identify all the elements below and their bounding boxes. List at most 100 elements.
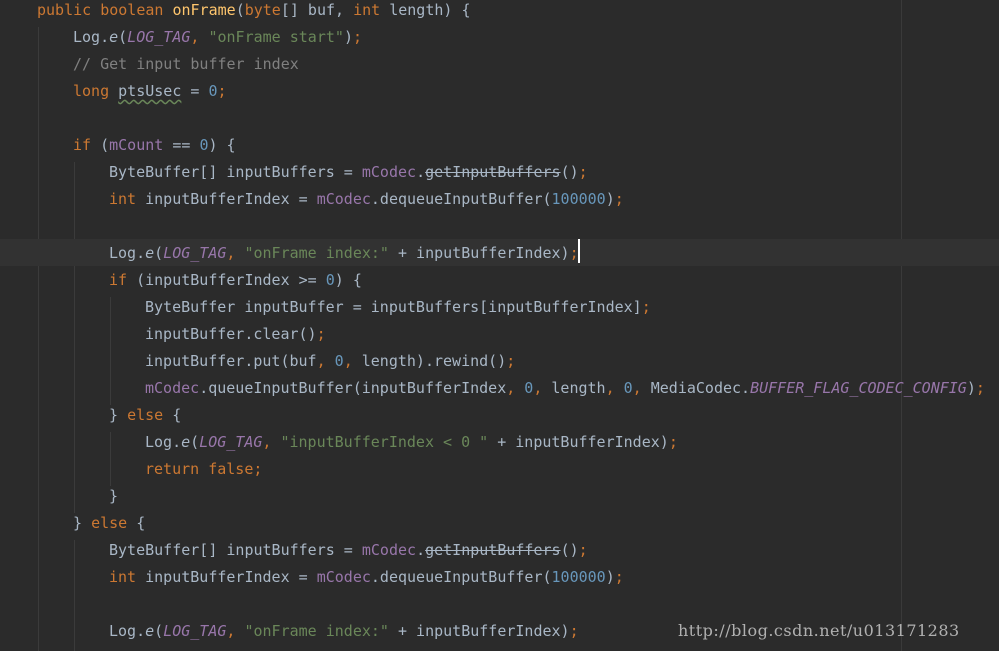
semicolon: ; [614,568,624,586]
code-text: .dequeueInputBuffer( [370,568,552,586]
comma: , [226,244,245,262]
code-text: MediaCodec. [650,379,751,397]
semicolon: ; [668,433,678,451]
indent-guide [74,540,75,651]
deprecated-method: getInputBuffers [425,541,561,559]
semicolon: ; [569,622,579,640]
static-method: e [109,28,119,46]
string-literal: "onFrame start" [208,28,344,46]
code-text: () [560,163,579,181]
indent-guide [38,27,39,651]
text-caret [578,239,580,263]
semicolon: ; [506,352,516,370]
code-text: ByteBuffer[] inputBuffers = [109,541,362,559]
keyword: long [73,82,110,100]
code-text: } [109,406,128,424]
code-editor[interactable]: public boolean onFrame(byte[] buf, int l… [0,0,999,651]
code-line[interactable]: Log.e(LOG_TAG, "onFrame start"); [73,24,362,51]
code-line[interactable]: return false; [145,456,262,483]
code-line[interactable]: long ptsUsec = 0; [73,78,227,105]
code-text: .dequeueInputBuffer( [370,190,552,208]
code-text: length [551,379,606,397]
field: mCodec [316,568,371,586]
indent-guide [110,432,111,486]
code-text: } [73,514,92,532]
code-text: ByteBuffer[] inputBuffers = [109,163,362,181]
code-text: ByteBuffer inputBuffer = inputBuffers[in… [145,298,642,316]
static-field: LOG_TAG [163,622,227,640]
code-line[interactable]: int inputBufferIndex = mCodec.dequeueInp… [109,186,624,213]
code-text: Log. [109,622,146,640]
code-line[interactable]: int inputBufferIndex = mCodec.dequeueInp… [109,564,624,591]
code-text: } [109,487,119,505]
code-text: + inputBufferIndex) [388,622,570,640]
code-text: ) [343,28,353,46]
field: mCodec [145,379,200,397]
comma: , [632,379,651,397]
field: mCodec [361,163,417,181]
variable-warning: ptsUsec [118,82,182,100]
semicolon: ; [352,28,362,46]
comma: , [605,379,624,397]
code-line[interactable]: public boolean onFrame(byte[] buf, int l… [37,0,471,24]
code-text: = [181,82,209,100]
code-text: + inputBufferIndex) [488,433,669,451]
keyword: false [208,460,254,478]
keyword: int [109,568,137,586]
keyword: int [109,190,137,208]
code-line[interactable]: inputBuffer.clear(); [145,321,326,348]
semicolon: ; [614,190,624,208]
comma: , [262,433,281,451]
code-text: ) [605,190,615,208]
static-field: LOG_TAG [127,28,191,46]
code-line[interactable]: if (mCount == 0) { [73,132,236,159]
keyword: if [109,271,128,289]
code-text: ) [966,379,976,397]
field: mCodec [361,541,417,559]
number-literal: 0 [524,379,534,397]
code-line[interactable]: Log.e(LOG_TAG, "onFrame index:" + inputB… [109,240,579,267]
static-field: BUFFER_FLAG_CODEC_CONFIG [750,379,967,397]
code-line[interactable]: ByteBuffer[] inputBuffers = mCodec.getIn… [109,159,588,186]
code-text: Log. [145,433,182,451]
code-line[interactable]: inputBuffer.put(buf, 0, length).rewind()… [145,348,515,375]
code-line[interactable]: Log.e(LOG_TAG, "inputBufferIndex < 0 " +… [145,429,678,456]
static-method: e [145,244,155,262]
code-text: . [416,541,426,559]
code-text: ( [235,1,245,19]
code-text: ) [605,568,615,586]
keyword: int [353,1,381,19]
code-text: == [163,136,200,154]
keyword: else [91,514,128,532]
code-line[interactable]: if (inputBufferIndex >= 0) { [109,267,362,294]
keyword: if [73,136,92,154]
semicolon: ; [641,298,651,316]
code-text: .queueInputBuffer(inputBufferIndex [199,379,507,397]
semicolon: ; [975,379,985,397]
code-text: ( [118,28,128,46]
number-literal: 0 [623,379,633,397]
code-line[interactable]: } else { [109,402,181,429]
semicolon: ; [253,460,263,478]
code-line[interactable]: mCodec.queueInputBuffer(inputBufferIndex… [145,375,985,402]
method-name: onFrame [172,1,236,19]
code-line[interactable]: ByteBuffer inputBuffer = inputBuffers[in… [145,294,651,321]
number-literal: 0 [334,352,344,370]
code-text: + inputBufferIndex) [388,244,570,262]
code-text: ( [154,622,164,640]
comma: , [226,622,245,640]
code-line-comment[interactable]: // Get input buffer index [73,51,299,78]
code-line[interactable]: ByteBuffer[] inputBuffers = mCodec.getIn… [109,537,588,564]
keyword: else [127,406,164,424]
code-text: [] buf, [280,1,354,19]
code-line[interactable]: } [109,483,118,510]
field: mCount [109,136,164,154]
code-text: { [127,514,146,532]
code-line[interactable]: Log.e(LOG_TAG, "onFrame index:" + inputB… [109,618,579,645]
keyword: public [37,1,92,19]
code-line[interactable]: } else { [73,510,145,537]
semicolon: ; [578,541,588,559]
keyword: boolean [100,1,164,19]
